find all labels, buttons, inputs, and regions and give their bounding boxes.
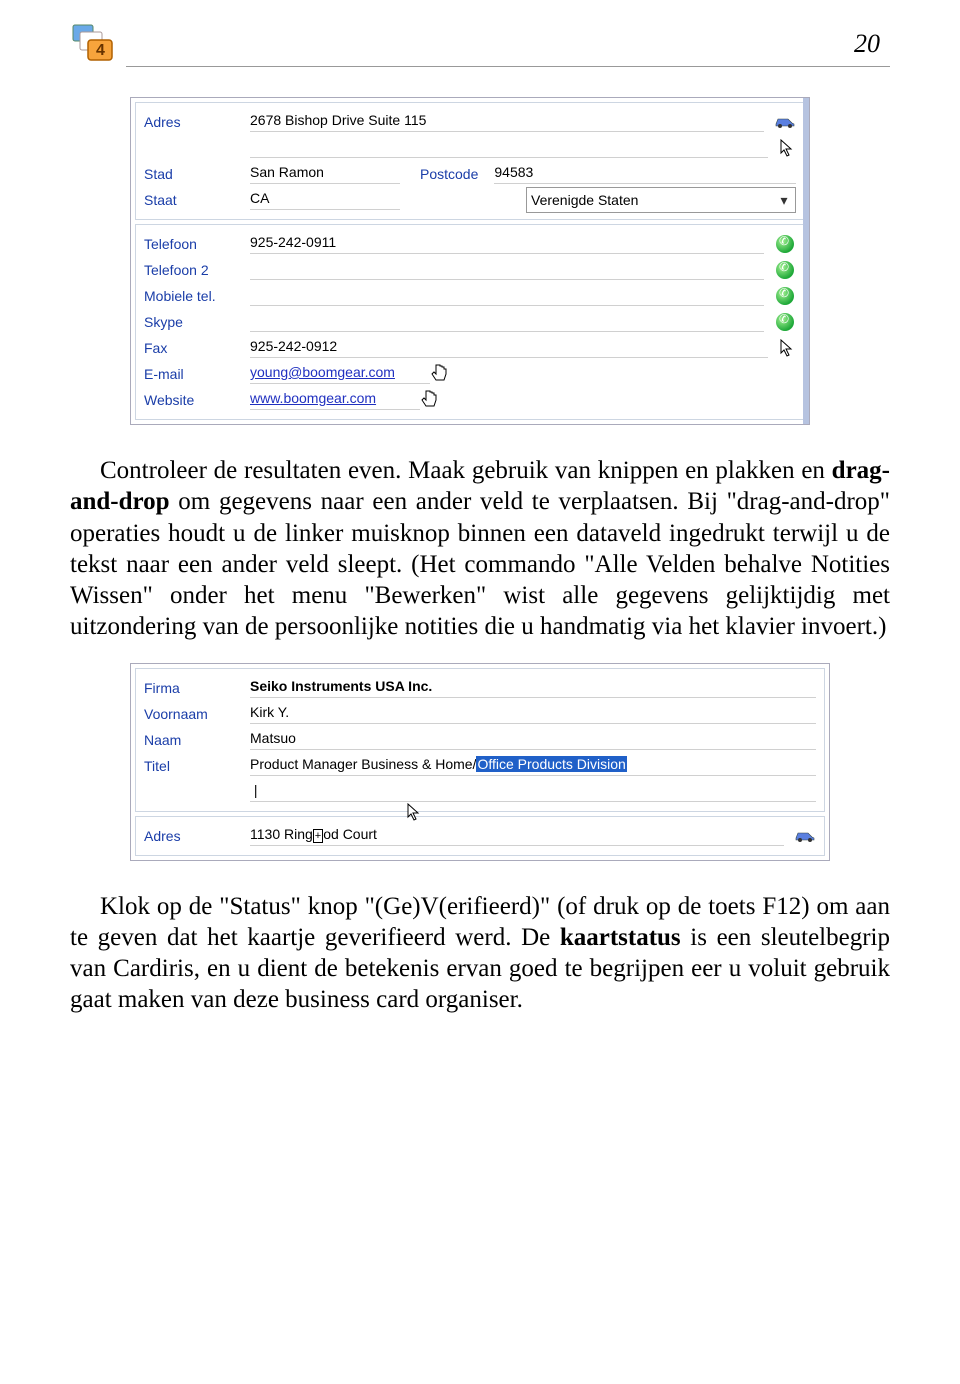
paragraph-2: Klok op de "Status" knop "(Ge)V(erifieer… (70, 891, 890, 1016)
mobile-label: Mobiele tel. (144, 288, 244, 304)
cursor-arrow-icon (778, 339, 796, 357)
title-line2-input[interactable]: | (250, 782, 816, 802)
chevron-down-icon: ▾ (777, 193, 791, 207)
contact-group: Telefoon 925-242-0911 Telefoon 2 Mobiele… (135, 224, 805, 420)
address-line2-input[interactable] (250, 138, 768, 158)
hand-cursor-icon (430, 362, 452, 386)
scrollbar[interactable] (803, 98, 809, 424)
country-value: Verenigde Staten (531, 192, 638, 208)
firm-label: Firma (144, 680, 244, 696)
email-label: E-mail (144, 366, 244, 382)
country-combo[interactable]: Verenigde Staten ▾ (526, 187, 796, 213)
header-divider (126, 66, 890, 67)
title-label: Titel (144, 758, 244, 774)
call-icon[interactable] (774, 235, 796, 253)
website-link[interactable]: www.boomgear.com (250, 390, 420, 410)
drag-insertion-marker: + (313, 829, 323, 843)
state-input[interactable]: CA (250, 190, 400, 210)
name-form-panel: Firma Seiko Instruments USA Inc. Voornaa… (130, 663, 830, 861)
fax-label: Fax (144, 340, 244, 356)
call-icon[interactable] (774, 287, 796, 305)
paragraph-1: Controleer de resultaten even. Maak gebr… (70, 455, 890, 643)
call-icon[interactable] (774, 261, 796, 279)
email-link[interactable]: young@boomgear.com (250, 364, 430, 384)
skype-label: Skype (144, 314, 244, 330)
city-input[interactable]: San Ramon (250, 164, 400, 184)
mobile-input[interactable] (250, 286, 764, 306)
call-icon[interactable] (774, 313, 796, 331)
firstname-input[interactable]: Kirk Y. (250, 704, 816, 724)
car-icon[interactable] (774, 113, 796, 131)
postcode-label: Postcode (406, 166, 488, 182)
car-icon[interactable] (794, 827, 816, 845)
phone-label: Telefoon (144, 236, 244, 252)
firm-input[interactable]: Seiko Instruments USA Inc. (250, 678, 816, 698)
drag-cursor-icon (406, 803, 428, 825)
address-group-2: Adres 1130 Ring+od Court (135, 816, 825, 856)
svg-text:4: 4 (96, 42, 105, 59)
website-label: Website (144, 392, 244, 408)
postcode-input[interactable]: 94583 (494, 164, 796, 184)
hand-cursor-icon (420, 388, 442, 412)
page-number: 20 (854, 29, 880, 59)
lastname-input[interactable]: Matsuo (250, 730, 816, 750)
address-label: Adres (144, 114, 244, 130)
contact-form-panel: Adres 2678 Bishop Drive Suite 115 Stad S… (130, 97, 810, 425)
identity-group: Firma Seiko Instruments USA Inc. Voornaa… (135, 668, 825, 812)
address2-input[interactable]: 1130 Ring+od Court (250, 826, 784, 846)
firstname-label: Voornaam (144, 706, 244, 722)
address-group: Adres 2678 Bishop Drive Suite 115 Stad S… (135, 102, 805, 220)
city-label: Stad (144, 166, 244, 182)
phone2-input[interactable] (250, 260, 764, 280)
lastname-label: Naam (144, 732, 244, 748)
cursor-arrow-icon (778, 139, 796, 157)
fax-input[interactable]: 925-242-0912 (250, 338, 768, 358)
selected-text: Office Products Division (476, 756, 626, 772)
title-input[interactable]: Product Manager Business & Home/Office P… (250, 756, 816, 776)
app-logo-icon: 4 (70, 20, 118, 68)
state-label: Staat (144, 192, 244, 208)
skype-input[interactable] (250, 312, 764, 332)
phone-input[interactable]: 925-242-0911 (250, 234, 764, 254)
phone2-label: Telefoon 2 (144, 262, 244, 278)
address2-label: Adres (144, 828, 244, 844)
address-input[interactable]: 2678 Bishop Drive Suite 115 (250, 112, 764, 132)
